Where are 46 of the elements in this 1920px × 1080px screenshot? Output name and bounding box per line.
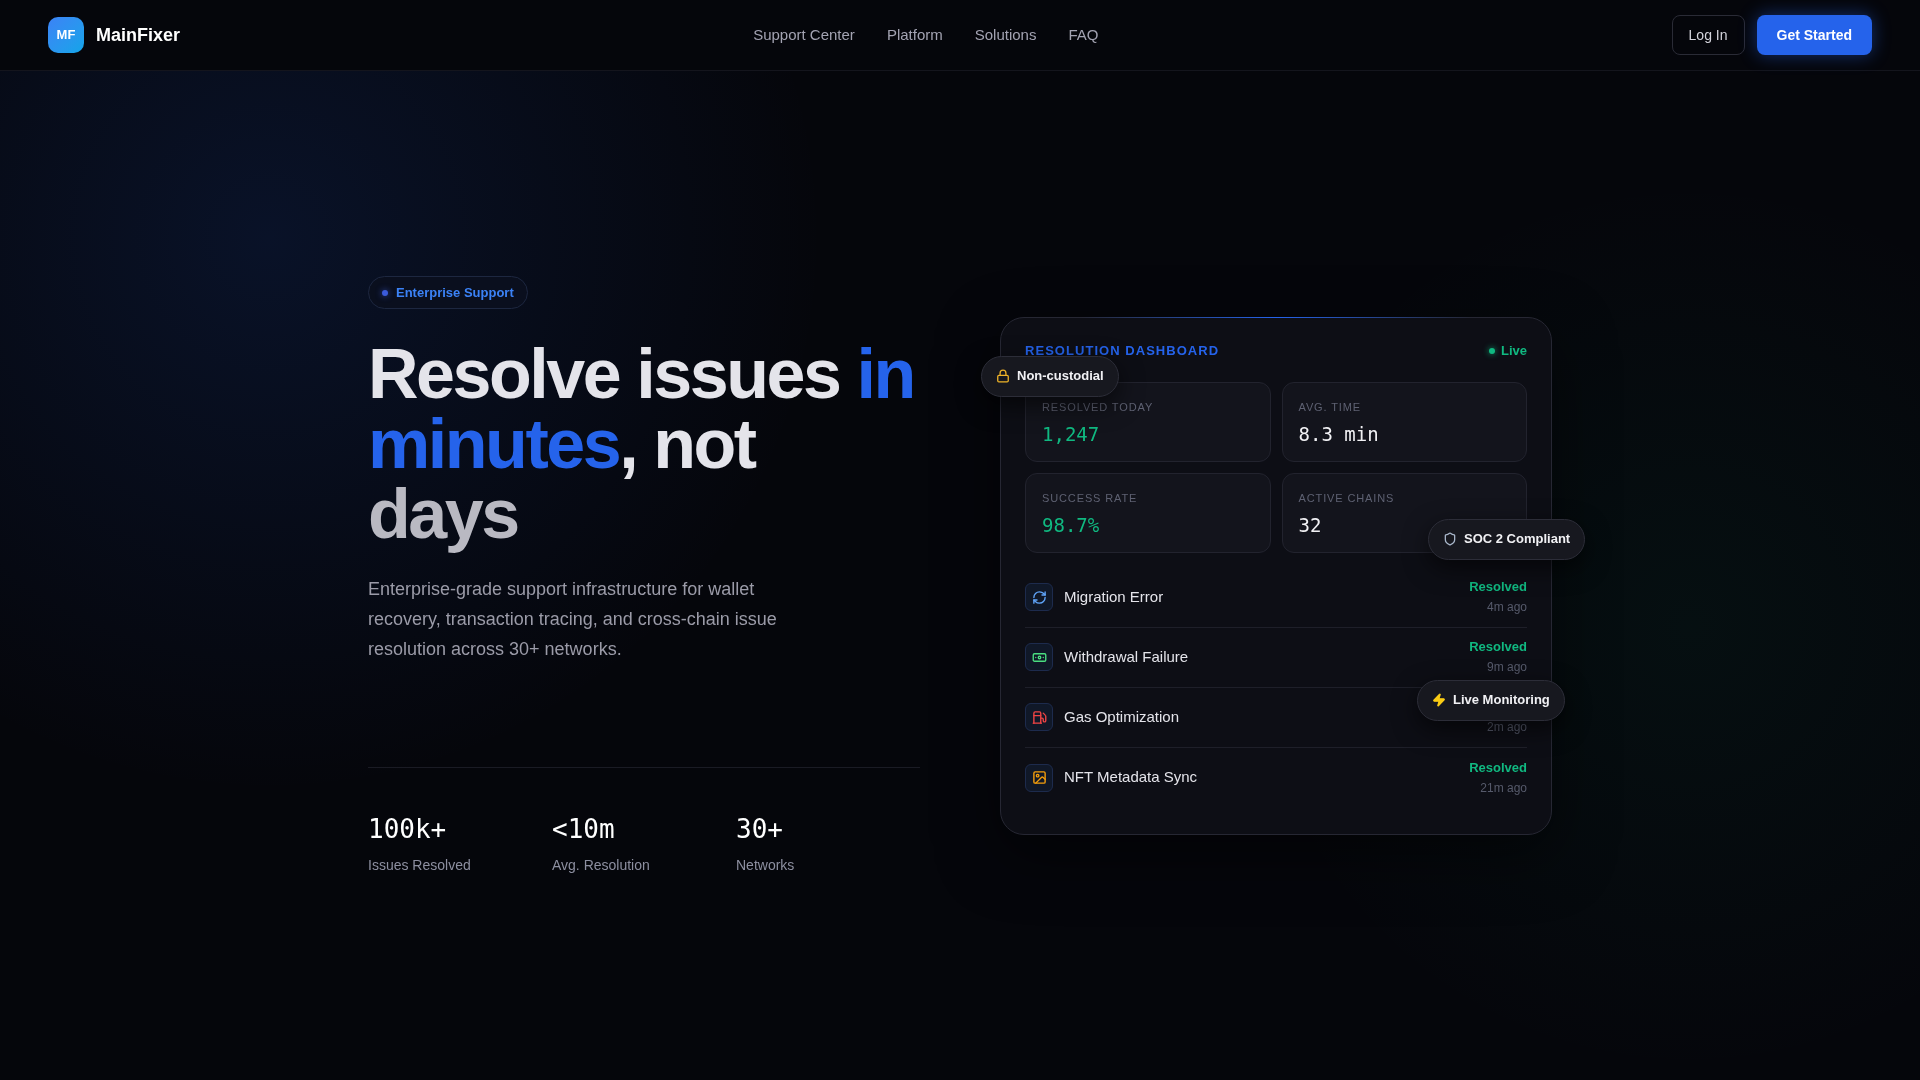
brand-name[interactable]: MainFixer	[96, 21, 181, 49]
stat-label: Issues Resolved	[368, 856, 472, 875]
metric-value: 32	[1298, 512, 1322, 537]
lock-icon	[996, 369, 1010, 383]
issue-name: NFT Metadata Sync	[1064, 767, 1198, 788]
banknote-icon	[1025, 643, 1053, 671]
badge-label: Non-custodial	[1017, 367, 1104, 386]
metric-label: RESOLVED TODAY	[1042, 399, 1154, 414]
issue-status: Resolved	[1469, 578, 1527, 596]
badge-label: Live Monitoring	[1453, 691, 1550, 710]
nav-link[interactable]: Support Center	[753, 23, 855, 47]
metric-value: 1,247	[1042, 421, 1100, 446]
lightning-icon	[1432, 693, 1446, 707]
issue-status: Resolved	[1469, 758, 1527, 777]
shield-icon	[1443, 532, 1457, 546]
refresh-icon	[1025, 583, 1053, 611]
metric-value: 98.7%	[1042, 512, 1100, 537]
issue-time: 2m ago	[1486, 719, 1527, 736]
get-started-button[interactable]: Get Started	[1756, 15, 1872, 55]
stat-value: 100k+	[368, 813, 448, 845]
issue-name: Withdrawal Failure	[1064, 646, 1189, 667]
issue-name: Gas Optimization	[1064, 706, 1180, 727]
hero-description: Enterprise-grade support infrastructure for wallet recovery, transaction tracing, and cross-chain issue resolution across 30+ networks.	[368, 578, 778, 661]
metric-label: ACTIVE CHAINS	[1298, 490, 1395, 505]
metric-label: AVG. TIME	[1298, 399, 1362, 414]
nav-link[interactable]: FAQ	[1068, 23, 1099, 47]
metric-value: 8.3 min	[1298, 421, 1379, 446]
badge-label: SOC 2 Compliant	[1464, 530, 1571, 549]
login-button[interactable]: Log In	[1671, 15, 1745, 55]
issue-time: 4m ago	[1486, 599, 1527, 616]
stat-value: <10m	[552, 813, 616, 845]
issue-time: 21m ago	[1480, 779, 1527, 797]
stat-label: Networks	[736, 856, 796, 875]
stat-value: 30+	[736, 813, 784, 845]
stat-label: Avg. Resolution	[552, 856, 651, 875]
nav-link[interactable]: Solutions	[974, 23, 1037, 47]
issue-time: 9m ago	[1486, 659, 1527, 676]
badge-label: Enterprise Support	[396, 283, 514, 302]
picture-icon	[1025, 763, 1053, 792]
nav-link[interactable]: Platform	[886, 23, 943, 47]
live-label: Live	[1501, 342, 1527, 359]
fuel-pump-icon	[1025, 703, 1053, 731]
metric-label: SUCCESS RATE	[1042, 490, 1138, 505]
dashboard-title: RESOLUTION DASHBOARD	[1025, 342, 1220, 359]
issue-name: Migration Error	[1064, 586, 1164, 607]
issue-status: Resolved	[1469, 638, 1527, 656]
